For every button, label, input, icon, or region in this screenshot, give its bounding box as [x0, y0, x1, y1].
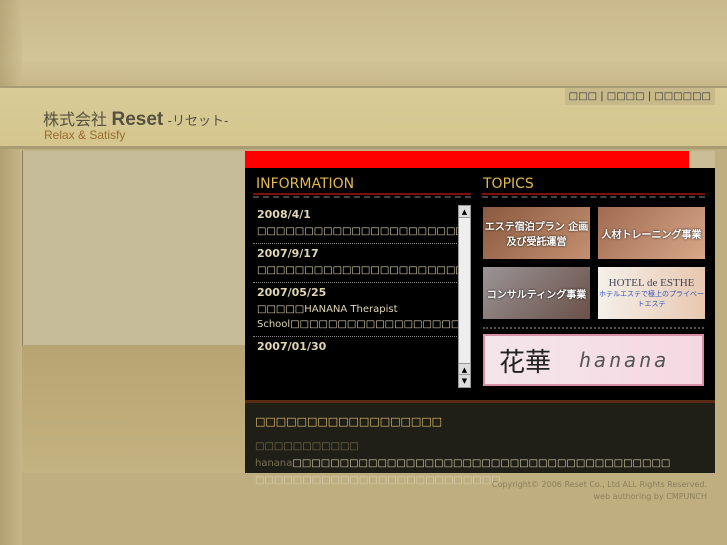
topics-rule: [482, 193, 705, 198]
scroll-down-icon[interactable]: ▼: [459, 375, 470, 387]
information-heading: INFORMATION: [256, 176, 355, 192]
top-band: [0, 0, 727, 86]
logo-kana: -リセット-: [167, 113, 229, 128]
hanana-banner[interactable]: 花華 hanana: [483, 334, 704, 386]
news-date: 2007/01/30: [257, 340, 327, 353]
scroll-bottom-buttons: ▲ ▼: [459, 363, 470, 387]
scroll-up-icon[interactable]: ▲: [459, 363, 470, 375]
topics-divider: [483, 327, 704, 329]
news-item[interactable]: 2007/9/17 □□□□□□□□□□□□□□□□□□□□□□□□□□□HOTE…: [253, 244, 471, 283]
credit: web authoring by CMPUNCH: [593, 492, 707, 501]
scrollbar[interactable]: ▲ ▲ ▼: [458, 205, 471, 388]
topic-tile-training[interactable]: 人材トレーニング事業: [598, 207, 705, 259]
news-date: 2007/05/25: [257, 286, 327, 299]
information-list[interactable]: 2008/4/1 □□□□□□□□□□□□□□□□□□□□□□□HOTEL□DE□…: [253, 205, 471, 388]
message-title: □□□□□□□□□□□□□□□□□□: [255, 415, 443, 428]
footer: Copyright© 2006 Reset Co., Ltd ALL Right…: [492, 479, 707, 503]
news-item[interactable]: 2007/05/25 □□□□□HANANA Therapist School□□…: [253, 283, 471, 337]
nav-link-3[interactable]: □□□□□□: [654, 91, 711, 102]
scroll-up-icon[interactable]: ▲: [459, 206, 470, 218]
logo-jp: 株式会社: [43, 112, 108, 129]
news-item[interactable]: 2007/01/30: [253, 337, 457, 360]
news-text: □□□□□HANANA Therapist School□□□□□□□□□□□□…: [257, 304, 471, 330]
tagline: Relax & Satisfy: [44, 128, 126, 142]
topics-heading: TOPICS: [483, 176, 534, 192]
corner-box: [689, 151, 715, 168]
nav-link-2[interactable]: □□□□: [607, 91, 645, 102]
news-date: 2008/4/1: [257, 208, 311, 221]
copyright: Copyright© 2006 Reset Co., Ltd ALL Right…: [491, 480, 707, 489]
top-nav: □□□ | □□□□ | □□□□□□: [564, 88, 715, 105]
topic-tile-hotel-de-esthe[interactable]: HOTEL de ESTHE ホテルエステで極上のプライベートエステ: [598, 267, 705, 319]
hanana-text: hanana: [579, 348, 670, 372]
topic-tile-esthe-plan[interactable]: エステ宿泊プラン 企画及び受託運営: [483, 207, 590, 259]
information-rule: [253, 193, 471, 198]
left-panel: [22, 151, 245, 345]
left-stripe: [0, 0, 22, 545]
tile-subtitle: ホテルエステで極上のプライベートエステ: [599, 290, 704, 308]
news-text: □□□□□□□□□□□□□□□□□□□□□□□□□□□HOTEL□DE□ESTH…: [257, 265, 471, 276]
logo-en: Reset: [111, 109, 164, 130]
red-bar: [245, 151, 689, 168]
topic-tile-consulting[interactable]: コンサルティング事業: [483, 267, 590, 319]
left-lower-panel: [22, 345, 245, 473]
site-header: 株式会社 Reset -リセット- Relax & Satisfy □□□ | …: [0, 86, 727, 149]
news-item[interactable]: 2008/4/1 □□□□□□□□□□□□□□□□□□□□□□□HOTEL□DE□…: [253, 205, 471, 244]
bottom-message: □□□□□□□□□□□□□□□□□□ □□□□□□□□□□□ hanana□□□…: [245, 400, 715, 486]
news-text: □□□□□□□□□□□□□□□□□□□□□□□HOTEL□DE□ESTHE□□□…: [257, 226, 471, 237]
tile-title: HOTEL de ESTHE: [608, 277, 695, 289]
hanana-logo: 花華: [499, 347, 552, 378]
news-date: 2007/9/17: [257, 247, 319, 260]
nav-link-1[interactable]: □□□: [569, 91, 597, 102]
